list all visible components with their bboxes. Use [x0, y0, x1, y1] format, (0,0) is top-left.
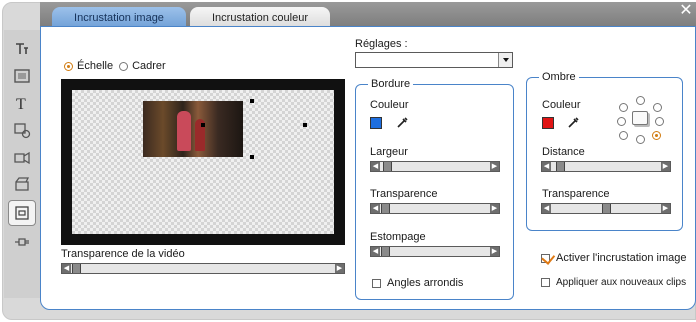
enable-overlay-option[interactable]: Activer l'incrustation image: [541, 252, 687, 264]
title-tool-icon[interactable]: [8, 36, 36, 62]
shadow-direction-picker: [617, 95, 665, 144]
slider-right-arrow-icon[interactable]: ▶: [490, 204, 499, 213]
eyedropper-icon[interactable]: [395, 116, 409, 130]
resize-handle[interactable]: [250, 155, 254, 159]
slider-left-arrow-icon[interactable]: ◀: [542, 204, 551, 213]
slider-thumb[interactable]: [602, 204, 611, 213]
text-tool-icon[interactable]: T: [8, 90, 36, 116]
scale-radio[interactable]: [64, 61, 73, 71]
border-soften-label: Estompage: [370, 231, 426, 243]
border-transparency-slider[interactable]: ◀ ▶: [370, 203, 500, 214]
slider-thumb[interactable]: [383, 162, 392, 171]
apply-new-clips-checkbox[interactable]: [541, 278, 550, 287]
shadow-legend: Ombre: [539, 71, 579, 83]
border-transparency-label: Transparence: [370, 188, 438, 200]
slider-left-arrow-icon[interactable]: ◀: [542, 162, 551, 171]
shadow-distance-label: Distance: [542, 146, 585, 158]
slider-right-arrow-icon[interactable]: ▶: [335, 264, 344, 273]
border-color-label: Couleur: [370, 99, 409, 111]
overlay-clip-thumbnail[interactable]: [143, 101, 243, 157]
clapper-tool-icon[interactable]: [8, 171, 36, 197]
plug-tool-icon[interactable]: [8, 229, 36, 255]
enable-overlay-label: Activer l'incrustation image: [556, 252, 687, 264]
slider-right-arrow-icon[interactable]: ▶: [661, 162, 670, 171]
frame-tool-icon[interactable]: [8, 63, 36, 89]
shadow-transparency-slider[interactable]: ◀ ▶: [541, 203, 671, 214]
direction-radio[interactable]: [636, 96, 645, 105]
shadow-distance-slider[interactable]: ◀ ▶: [541, 161, 671, 172]
direction-radio[interactable]: [653, 103, 662, 112]
border-soften-slider[interactable]: ◀ ▶: [370, 246, 500, 257]
tab-image-overlay-label: Incrustation image: [74, 12, 164, 24]
direction-radio[interactable]: [617, 117, 626, 126]
slider-thumb[interactable]: [381, 204, 390, 213]
enable-overlay-checkbox[interactable]: [541, 253, 550, 263]
slider-right-arrow-icon[interactable]: ▶: [661, 204, 670, 213]
slider-right-arrow-icon[interactable]: ▶: [490, 162, 499, 171]
clip-scene: [143, 101, 243, 157]
rounded-corners-option[interactable]: Angles arrondis: [372, 277, 463, 289]
direction-radio[interactable]: [652, 131, 661, 140]
border-color-swatch[interactable]: [370, 117, 382, 129]
rounded-corners-label: Angles arrondis: [387, 277, 464, 289]
crop-radio[interactable]: [119, 61, 129, 71]
slider-right-arrow-icon[interactable]: ▶: [490, 247, 499, 256]
close-icon[interactable]: ✕: [679, 3, 693, 19]
slider-thumb[interactable]: [72, 264, 81, 273]
slider-thumb[interactable]: [556, 162, 565, 171]
slider-left-arrow-icon[interactable]: ◀: [62, 264, 71, 273]
crop-radio-label: Cadrer: [132, 60, 166, 72]
video-transparency-slider[interactable]: ◀ ▶: [61, 263, 345, 274]
rounded-corners-checkbox[interactable]: [372, 278, 381, 288]
apply-new-clips-option[interactable]: Appliquer aux nouveaux clips: [541, 277, 686, 288]
dropdown-arrow-icon[interactable]: [498, 53, 512, 67]
presets-label: Réglages :: [355, 38, 408, 50]
tab-chroma-key-label: Incrustation couleur: [212, 12, 308, 24]
overlay-tool-icon[interactable]: [8, 200, 36, 226]
shadow-color-label: Couleur: [542, 99, 581, 111]
border-width-slider[interactable]: ◀ ▶: [370, 161, 500, 172]
slider-thumb[interactable]: [381, 247, 390, 256]
placement-options: Échelle Cadrer: [64, 60, 166, 72]
eyedropper-icon[interactable]: [566, 116, 580, 130]
shadow-color-swatch[interactable]: [542, 117, 554, 129]
shadow-preview-box: [632, 111, 648, 125]
resize-handle[interactable]: [201, 123, 205, 127]
svg-text:T: T: [16, 96, 26, 112]
slider-left-arrow-icon[interactable]: ◀: [371, 204, 380, 213]
presets-dropdown[interactable]: [355, 52, 513, 68]
clip-figure: [177, 111, 191, 151]
scale-radio-label: Échelle: [77, 60, 114, 72]
border-width-label: Largeur: [370, 146, 408, 158]
side-toolbar: T: [4, 30, 40, 298]
apply-new-clips-label: Appliquer aux nouveaux clips: [556, 277, 687, 288]
video-transparency-label: Transparence de la vidéo: [61, 248, 185, 260]
border-legend: Bordure: [368, 78, 414, 90]
resize-handle[interactable]: [303, 123, 307, 127]
direction-radio[interactable]: [619, 131, 628, 140]
slider-left-arrow-icon[interactable]: ◀: [371, 162, 380, 171]
video-overlay-tool-window: Incrustation image Incrustation couleur …: [0, 0, 696, 322]
slider-left-arrow-icon[interactable]: ◀: [371, 247, 380, 256]
shadow-transparency-label: Transparence: [542, 188, 610, 200]
sound-tool-icon[interactable]: [8, 117, 36, 143]
camera-tool-icon[interactable]: [8, 144, 36, 170]
direction-radio[interactable]: [655, 117, 664, 126]
direction-radio[interactable]: [619, 103, 628, 112]
resize-handle[interactable]: [250, 99, 254, 103]
direction-radio[interactable]: [636, 135, 645, 144]
